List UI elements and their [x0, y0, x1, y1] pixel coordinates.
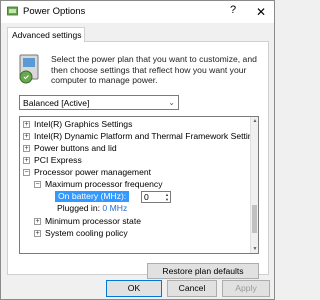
settings-tree[interactable]: + Intel(R) Graphics Settings + Intel(R) Dy…: [19, 116, 259, 254]
vertical-scrollbar[interactable]: ▲ ▼: [250, 117, 258, 253]
collapse-icon[interactable]: −: [23, 169, 30, 176]
tree-item-label: System cooling policy: [45, 228, 128, 238]
tree-item[interactable]: + PCI Express: [23, 155, 82, 166]
tree-item-label: Power buttons and lid: [34, 143, 117, 153]
setting-plugged-in[interactable]: Plugged in: 0 MHz: [57, 203, 127, 214]
advanced-settings-panel: Select the power plan that you want to c…: [7, 41, 269, 279]
tree-item[interactable]: − Maximum processor frequency: [34, 179, 163, 190]
tree-item[interactable]: + Intel(R) Dynamic Platform and Thermal F…: [23, 131, 252, 142]
tab-advanced-settings[interactable]: Advanced settings: [7, 27, 85, 42]
tree-item-label: Maximum processor frequency: [45, 179, 163, 189]
scroll-thumb[interactable]: [252, 205, 257, 233]
setting-label: Plugged in:: [57, 203, 101, 213]
restore-plan-defaults-button[interactable]: Restore plan defaults: [147, 263, 259, 279]
tree-item[interactable]: + System cooling policy: [34, 228, 128, 239]
help-button[interactable]: ?: [226, 4, 240, 20]
expand-icon[interactable]: +: [34, 230, 41, 237]
scroll-down-icon[interactable]: ▼: [251, 245, 258, 253]
expand-icon[interactable]: +: [34, 218, 41, 225]
title-bar: Power Options ? ✕: [1, 1, 274, 23]
apply-button[interactable]: Apply: [222, 280, 270, 297]
tree-item[interactable]: + Intel(R) Graphics Settings: [23, 119, 132, 130]
tree-item-label: Processor power management: [34, 167, 152, 177]
spin-value: 0: [144, 192, 149, 202]
chevron-down-icon: ⌄: [168, 98, 175, 107]
scroll-up-icon[interactable]: ▲: [251, 117, 258, 125]
ok-button[interactable]: OK: [106, 280, 162, 297]
instructions-text: Select the power plan that you want to c…: [51, 54, 257, 85]
tree-item-label: Minimum processor state: [45, 216, 141, 226]
tree-item[interactable]: − Processor power management: [23, 167, 151, 178]
on-battery-mhz-input[interactable]: 0 ▲ ▼: [141, 191, 171, 203]
expand-icon[interactable]: +: [23, 157, 30, 164]
expand-icon[interactable]: +: [23, 133, 30, 140]
cancel-button[interactable]: Cancel: [167, 280, 217, 297]
expand-icon[interactable]: +: [23, 145, 30, 152]
power-plan-dropdown[interactable]: Balanced [Active] ⌄: [19, 95, 179, 110]
close-button[interactable]: ✕: [253, 4, 269, 20]
power-options-dialog: Power Options ? ✕ Advanced settings Sele…: [0, 0, 275, 300]
expand-icon[interactable]: +: [23, 121, 30, 128]
plugged-in-value[interactable]: 0 MHz: [102, 203, 127, 213]
spin-arrows-icon[interactable]: ▲ ▼: [164, 192, 170, 202]
tree-item-label: Intel(R) Dynamic Platform and Thermal Fr…: [34, 131, 252, 141]
setting-label: On battery (MHz):: [55, 191, 130, 202]
power-options-icon: [7, 6, 18, 16]
tree-item-label: Intel(R) Graphics Settings: [34, 119, 133, 129]
tree-item[interactable]: + Minimum processor state: [34, 216, 141, 227]
setting-on-battery[interactable]: On battery (MHz): 0 ▲ ▼: [55, 191, 225, 203]
power-plan-icon: [19, 54, 39, 84]
window-title: Power Options: [23, 6, 86, 17]
tree-item-label: PCI Express: [34, 155, 82, 165]
tree-item[interactable]: + Power buttons and lid: [23, 143, 117, 154]
power-plan-value: Balanced [Active]: [23, 98, 90, 108]
collapse-icon[interactable]: −: [34, 181, 41, 188]
settings-tree-content: + Intel(R) Graphics Settings + Intel(R) Dy…: [20, 117, 252, 253]
